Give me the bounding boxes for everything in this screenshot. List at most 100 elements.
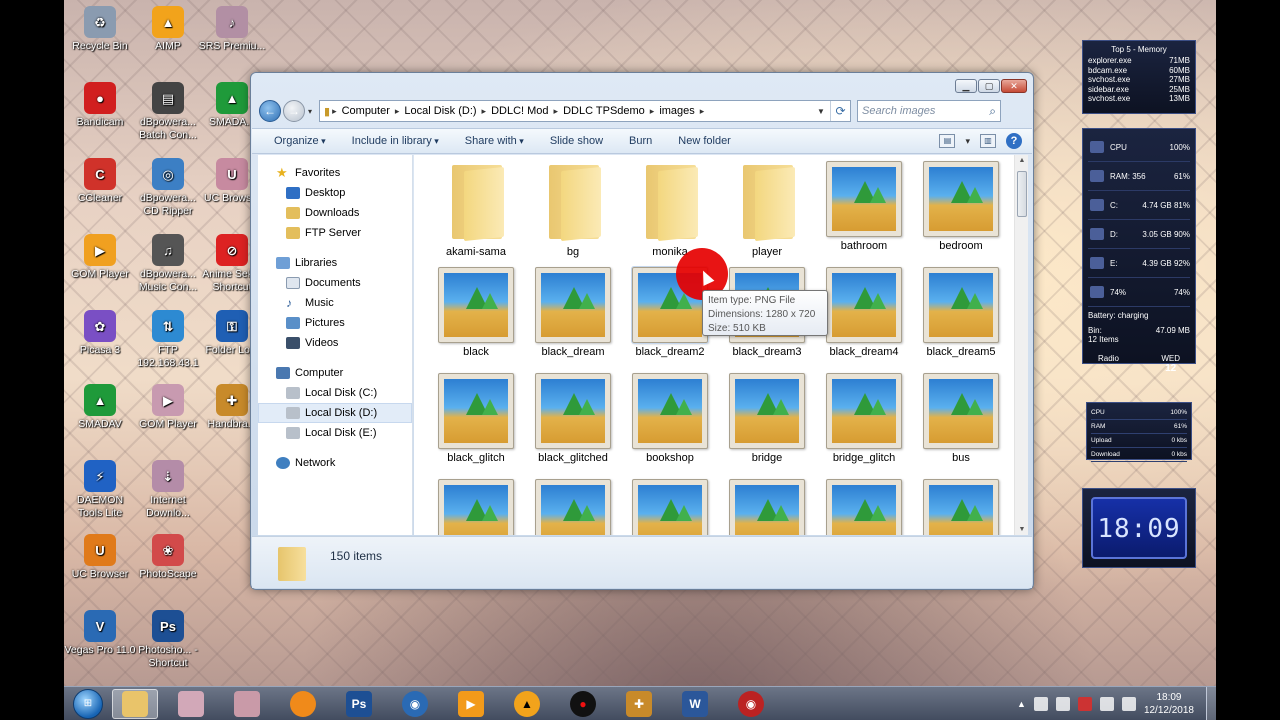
desktop-icon[interactable]: ▤ dBpowera... Batch Con... [132, 82, 204, 142]
nav-documents[interactable]: Documents [258, 273, 412, 293]
nav-downloads[interactable]: Downloads [258, 203, 412, 223]
desktop-icon[interactable]: ♪ SRS Premiu... [196, 6, 268, 53]
nav-pictures[interactable]: Pictures [258, 313, 412, 333]
taskbar-bandicam[interactable]: ● [560, 689, 606, 719]
share-with-button[interactable]: Share with [465, 135, 524, 147]
breadcrumb-tpsdemo[interactable]: DDLC TPSdemo [563, 105, 645, 117]
nav-ftp-server[interactable]: FTP Server [258, 223, 412, 243]
nav-favorites[interactable]: ★ Favorites [258, 163, 412, 183]
desktop-icon[interactable]: ▲ SMADAV [64, 384, 136, 431]
taskbar-clock[interactable]: 18:09 12/12/2018 [1144, 691, 1194, 717]
maximize-button[interactable]: ▢ [978, 79, 1000, 93]
desktop-icon[interactable]: ▶ GOM Player [64, 234, 136, 281]
image-item[interactable]: black_dream [529, 267, 617, 358]
new-folder-button[interactable]: New folder [678, 135, 731, 147]
recent-pages-dropdown[interactable]: ▾ [305, 107, 315, 116]
folder-item[interactable]: player [723, 161, 811, 258]
show-hidden-icons-icon[interactable]: ▲ [1017, 699, 1026, 709]
desktop-icon[interactable]: ● Bandicam [64, 82, 136, 129]
vertical-scrollbar[interactable]: ▲ ▼ [1014, 155, 1028, 535]
refresh-icon[interactable]: ⟳ [830, 101, 850, 121]
scroll-up-icon[interactable]: ▲ [1015, 157, 1029, 164]
desktop-icon[interactable]: ⚡ DAEMON Tools Lite [64, 460, 136, 520]
image-item[interactable]: bedroom [917, 161, 1005, 252]
desktop-icon[interactable]: ✿ Picasa 3 [64, 310, 136, 357]
search-box[interactable]: Search images ⌕ [857, 100, 1001, 122]
minimize-button[interactable]: ▁ [955, 79, 977, 93]
image-item[interactable]: bathroom [820, 161, 908, 252]
include-in-library-button[interactable]: Include in library [352, 135, 439, 147]
desktop-icon[interactable]: C CCleaner [64, 158, 136, 205]
slide-show-button[interactable]: Slide show [550, 135, 603, 147]
image-item[interactable]: bridge [723, 373, 811, 464]
image-item[interactable] [820, 479, 908, 535]
image-item[interactable]: black_glitch [432, 373, 520, 464]
close-button[interactable]: ✕ [1001, 79, 1027, 93]
breadcrumb-images[interactable]: images [659, 105, 694, 117]
search-icon[interactable]: ⌕ [989, 104, 996, 119]
scrollbar-thumb[interactable] [1017, 171, 1027, 217]
help-icon[interactable]: ? [1006, 133, 1022, 149]
show-desktop-button[interactable] [1206, 687, 1216, 720]
taskbar-app-2[interactable] [224, 689, 270, 719]
taskbar-media[interactable]: ◉ [392, 689, 438, 719]
taskbar-explorer[interactable] [112, 688, 158, 719]
burn-button[interactable]: Burn [629, 135, 652, 147]
breadcrumb-disk-d[interactable]: Local Disk (D:) [404, 105, 476, 117]
image-item[interactable]: bookshop [626, 373, 714, 464]
start-button[interactable]: ⊞ [64, 687, 112, 720]
desktop-icon[interactable]: ▲ AIMP [132, 6, 204, 53]
breadcrumb-computer[interactable]: Computer [342, 105, 390, 117]
image-item[interactable]: bridge_glitch [820, 373, 908, 464]
preview-pane-icon[interactable]: ▥ [980, 134, 996, 148]
image-item[interactable] [626, 479, 714, 535]
change-view-icon[interactable]: ▤ [939, 134, 956, 148]
taskbar-photoshop[interactable]: Ps [336, 689, 382, 719]
tray-app-icon[interactable] [1033, 697, 1048, 711]
tray-app-icon[interactable] [1077, 697, 1092, 711]
view-options-dropdown[interactable]: ▾ [965, 136, 970, 147]
taskbar-app-1[interactable] [168, 689, 214, 719]
image-item[interactable] [529, 479, 617, 535]
taskbar-word[interactable]: W [672, 689, 718, 719]
address-bar[interactable]: ▮ ▸ Computer ▸ Local Disk (D:) ▸ DDLC! M… [319, 100, 851, 122]
desktop-icon[interactable]: ⇅ FTP 192.168.43.1 [132, 310, 204, 370]
desktop-icon[interactable]: Ps Photosho... - Shortcut [132, 610, 204, 670]
back-button[interactable]: ← [259, 100, 281, 122]
breadcrumb-ddlc-mod[interactable]: DDLC! Mod [491, 105, 548, 117]
address-history-dropdown[interactable]: ▼ [812, 107, 830, 116]
nav-desktop[interactable]: Desktop [258, 183, 412, 203]
image-item[interactable]: black [432, 267, 520, 358]
desktop-icon[interactable]: V Vegas Pro 11.0 [64, 610, 136, 657]
desktop-icon[interactable]: ♫ dBpowera... Music Con... [132, 234, 204, 294]
forward-button[interactable]: → [283, 100, 305, 122]
folder-item[interactable]: bg [529, 161, 617, 258]
desktop-icon[interactable]: ❀ PhotoScape [132, 534, 204, 581]
memory-gadget[interactable]: Top 5 - Memory explorer.exe 71MB bdcam.exe… [1082, 40, 1196, 114]
taskbar-aimp[interactable]: ▲ [504, 689, 550, 719]
nav-network[interactable]: Network [258, 453, 412, 473]
nav-disk-c[interactable]: Local Disk (C:) [258, 383, 412, 403]
nav-libraries[interactable]: Libraries [258, 253, 412, 273]
taskbar-eye-app[interactable]: ◉ [728, 689, 774, 719]
nav-videos[interactable]: Videos [258, 333, 412, 353]
nav-music[interactable]: ♪ Music [258, 293, 412, 313]
image-item[interactable] [432, 479, 520, 535]
desktop-icon[interactable]: ▶ GOM Player [132, 384, 204, 431]
system-monitor-gadget[interactable]: CPU 100% RAM: 356 61% C: 4.74 GB 81% D: 3.05 GB… [1082, 128, 1196, 374]
image-item[interactable]: black_glitched [529, 373, 617, 464]
network-meter-gadget[interactable]: CPU 100% RAM 61% Upload 0 kbs Download 0 kbs [1086, 402, 1192, 462]
nav-computer[interactable]: Computer [258, 363, 412, 383]
desktop-icon[interactable]: ⇣ Internet Downlo... [132, 460, 204, 520]
desktop-icon[interactable]: ♻ Recycle Bin [64, 6, 136, 53]
folder-item[interactable]: monika [626, 161, 714, 258]
desktop-icon[interactable]: U UC Browser [64, 534, 136, 581]
image-item[interactable]: black_dream4 [820, 267, 908, 358]
nav-disk-d[interactable]: Local Disk (D:) [258, 403, 412, 423]
desktop-icon[interactable]: ◎ dBpowera... CD Ripper [132, 158, 204, 218]
volume-tray-icon[interactable] [1121, 697, 1136, 711]
nav-disk-e[interactable]: Local Disk (E:) [258, 423, 412, 443]
image-item[interactable] [723, 479, 811, 535]
taskbar-firefox[interactable] [280, 689, 326, 719]
digital-clock-gadget[interactable]: 18:09 [1082, 488, 1196, 568]
